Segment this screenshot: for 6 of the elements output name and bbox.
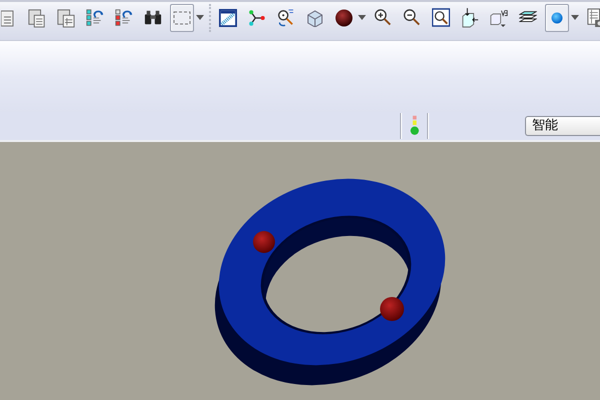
selection-filter-dropdown[interactable]: 智能 <box>525 116 600 136</box>
traffic-light-icon <box>410 115 420 138</box>
caret-icon[interactable] <box>571 15 579 20</box>
caret-icon[interactable] <box>358 15 366 20</box>
selection-box-icon[interactable] <box>170 4 194 32</box>
caret-icon[interactable] <box>196 15 204 20</box>
